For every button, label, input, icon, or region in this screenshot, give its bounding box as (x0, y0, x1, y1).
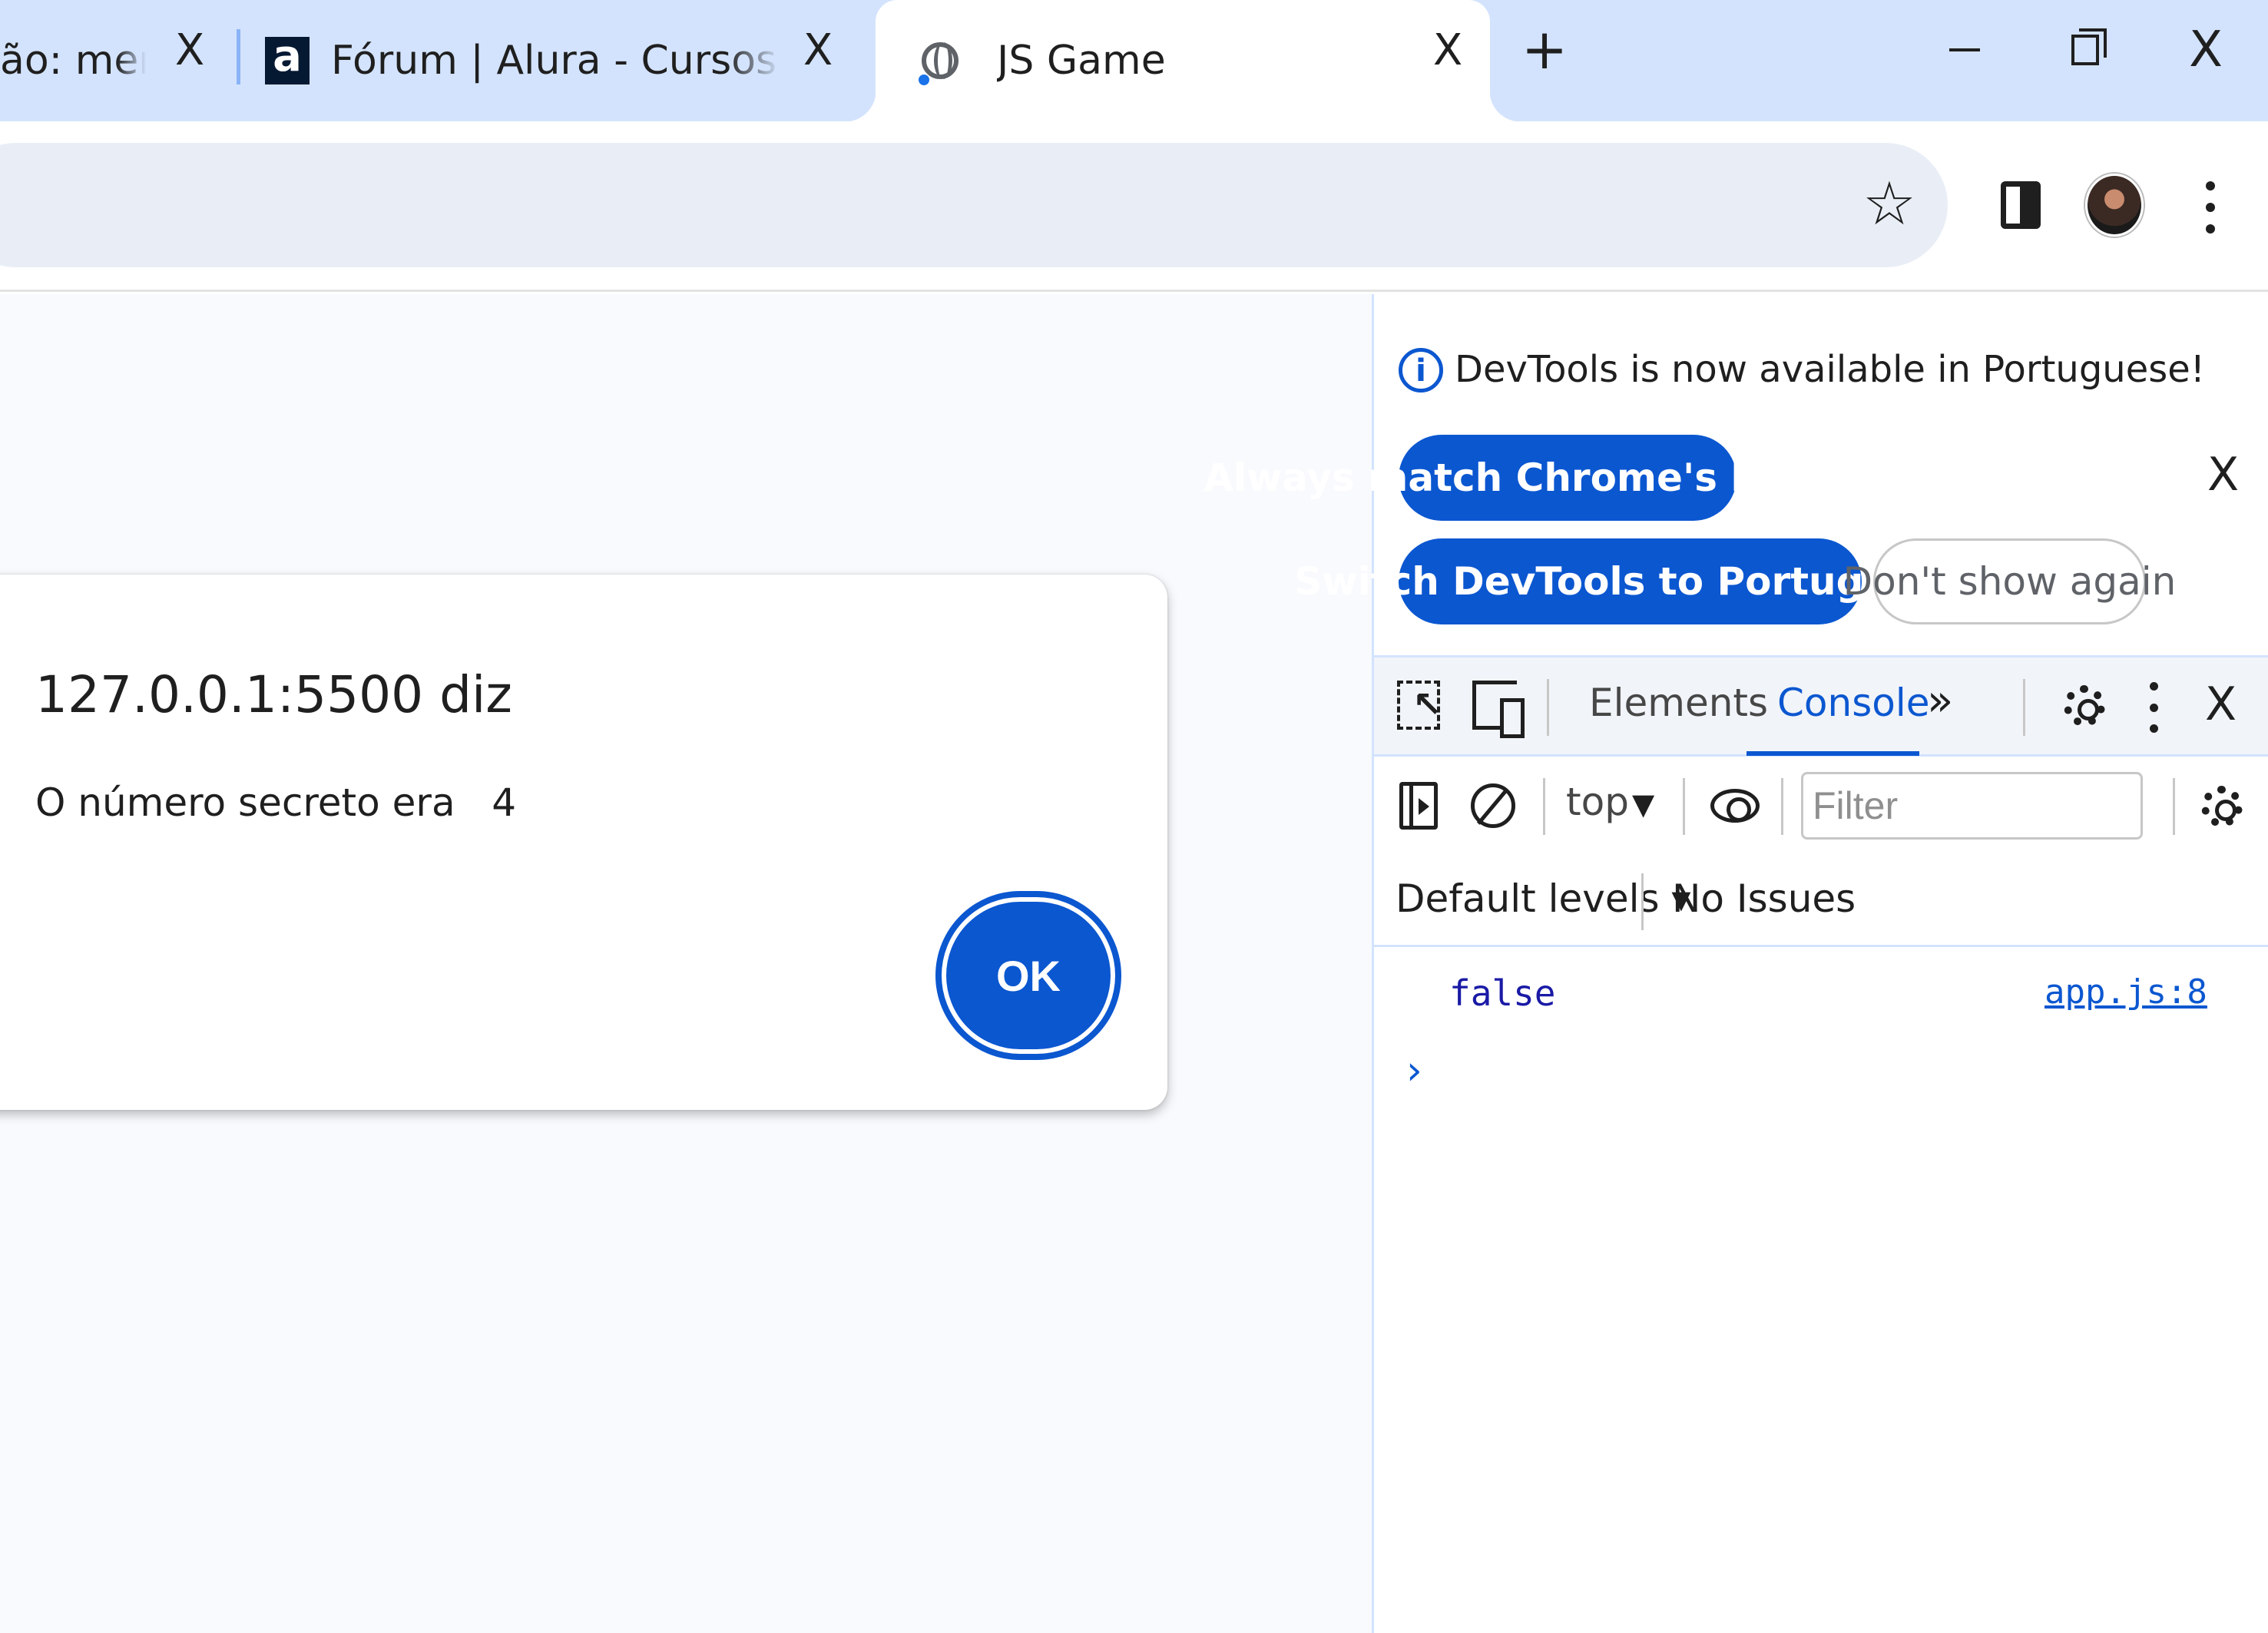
language-infobar: i DevTools is now available in Portugues… (1204, 294, 2268, 655)
settings-gear-icon[interactable] (2064, 685, 2105, 727)
always-match-language-button[interactable]: Always match Chrome's language (1204, 435, 1932, 521)
tab-elements[interactable]: Elements (1589, 681, 1768, 725)
window-close-button[interactable]: X (2167, 15, 2244, 84)
divider (1781, 778, 1783, 835)
minimize-icon (1949, 48, 1980, 51)
divider (1543, 778, 1545, 835)
devtools-close-button[interactable]: X (2205, 677, 2237, 731)
dialog-message: O número secreto era 4 (35, 780, 517, 825)
active-tab-indicator (1747, 751, 1919, 756)
clear-console-icon[interactable] (1471, 783, 1515, 828)
divider (1547, 679, 1549, 736)
tab-close-button[interactable]: X (163, 23, 217, 77)
devtools-panel: i DevTools is now available in Portugues… (1204, 294, 2268, 1633)
console-settings-gear-icon[interactable] (2201, 786, 2243, 827)
console-levels-bar: Default levels ▾ No Issues (1374, 855, 2268, 947)
log-message: false (1449, 972, 1556, 1014)
infobar-close-button[interactable]: X (2207, 448, 2239, 502)
tab-title: Fórum | Alura - Cursos online de tecnolo… (331, 38, 780, 84)
tab-title: ão: mergulhe em programação (0, 38, 146, 84)
tab-console[interactable]: Console (1777, 681, 1930, 725)
context-selector[interactable]: top (1566, 780, 1629, 824)
side-panel-icon[interactable] (2001, 181, 2041, 229)
dont-show-again-button[interactable]: Don't show again (1843, 538, 2176, 624)
live-expression-eye-icon[interactable] (1710, 789, 1760, 823)
minimize-button[interactable] (1926, 15, 2003, 84)
restore-icon (2071, 28, 2107, 65)
more-tabs-icon[interactable]: » (1927, 676, 1953, 726)
device-toolbar-icon[interactable] (1472, 681, 1525, 738)
devtools-menu-icon[interactable] (2142, 682, 2165, 733)
browser-menu-icon[interactable] (2195, 177, 2226, 238)
alert-dialog: 127.0.0.1:5500 diz O número secreto era … (0, 575, 1167, 1110)
globe-icon (919, 42, 959, 85)
tab-title: JS Game (997, 38, 1166, 84)
divider (2173, 778, 2175, 835)
devtools-tab-bar: Elements Console » X (1374, 655, 2268, 757)
bookmark-star-icon[interactable]: ☆ (1859, 174, 1920, 235)
console-output: false app.js:8 › (1374, 949, 2268, 1633)
tab-inactive-2[interactable]: a Fórum | Alura - Cursos online de tecno… (265, 0, 853, 121)
log-levels-dropdown[interactable]: Default levels ▾ (1396, 876, 1691, 921)
divider (1641, 873, 1644, 930)
alura-favicon-icon: a (265, 35, 310, 84)
tab-active[interactable]: JS Game (845, 0, 1521, 121)
browser-toolbar: ☆ (0, 121, 2268, 292)
tab-strip: ão: mergulhe em programação X a Fórum | … (0, 0, 2268, 121)
log-source-link[interactable]: app.js:8 (2045, 972, 2207, 1012)
chevron-down-icon[interactable]: ▼ (1632, 787, 1654, 821)
console-sidebar-icon[interactable] (1399, 782, 1438, 830)
info-icon: i (1399, 348, 1443, 393)
ok-button[interactable]: OK (942, 897, 1115, 1054)
tab-close-button[interactable]: X (1421, 23, 1475, 77)
dialog-title: 127.0.0.1:5500 diz (35, 665, 512, 724)
switch-language-button[interactable]: Switch DevTools to Portuguese (1294, 538, 1966, 624)
issues-counter[interactable]: No Issues (1672, 876, 1856, 921)
new-tab-button[interactable]: + (1517, 17, 1572, 81)
profile-avatar[interactable] (2085, 174, 2144, 237)
divider (2023, 679, 2025, 736)
restore-button[interactable] (2047, 15, 2124, 84)
console-toolbar: top ▼ (1374, 757, 2268, 855)
console-prompt-icon[interactable]: › (1406, 1048, 1422, 1094)
divider (1683, 778, 1685, 835)
console-filter-input[interactable] (1801, 772, 2143, 840)
page-viewport: 127.0.0.1:5500 diz O número secreto era … (0, 294, 1372, 1633)
address-bar[interactable] (0, 143, 1948, 267)
tab-separator (237, 29, 240, 84)
tab-close-button[interactable]: X (791, 23, 845, 77)
inspect-element-icon[interactable] (1397, 681, 1442, 730)
infobar-message: DevTools is now available in Portuguese! (1455, 348, 2206, 391)
